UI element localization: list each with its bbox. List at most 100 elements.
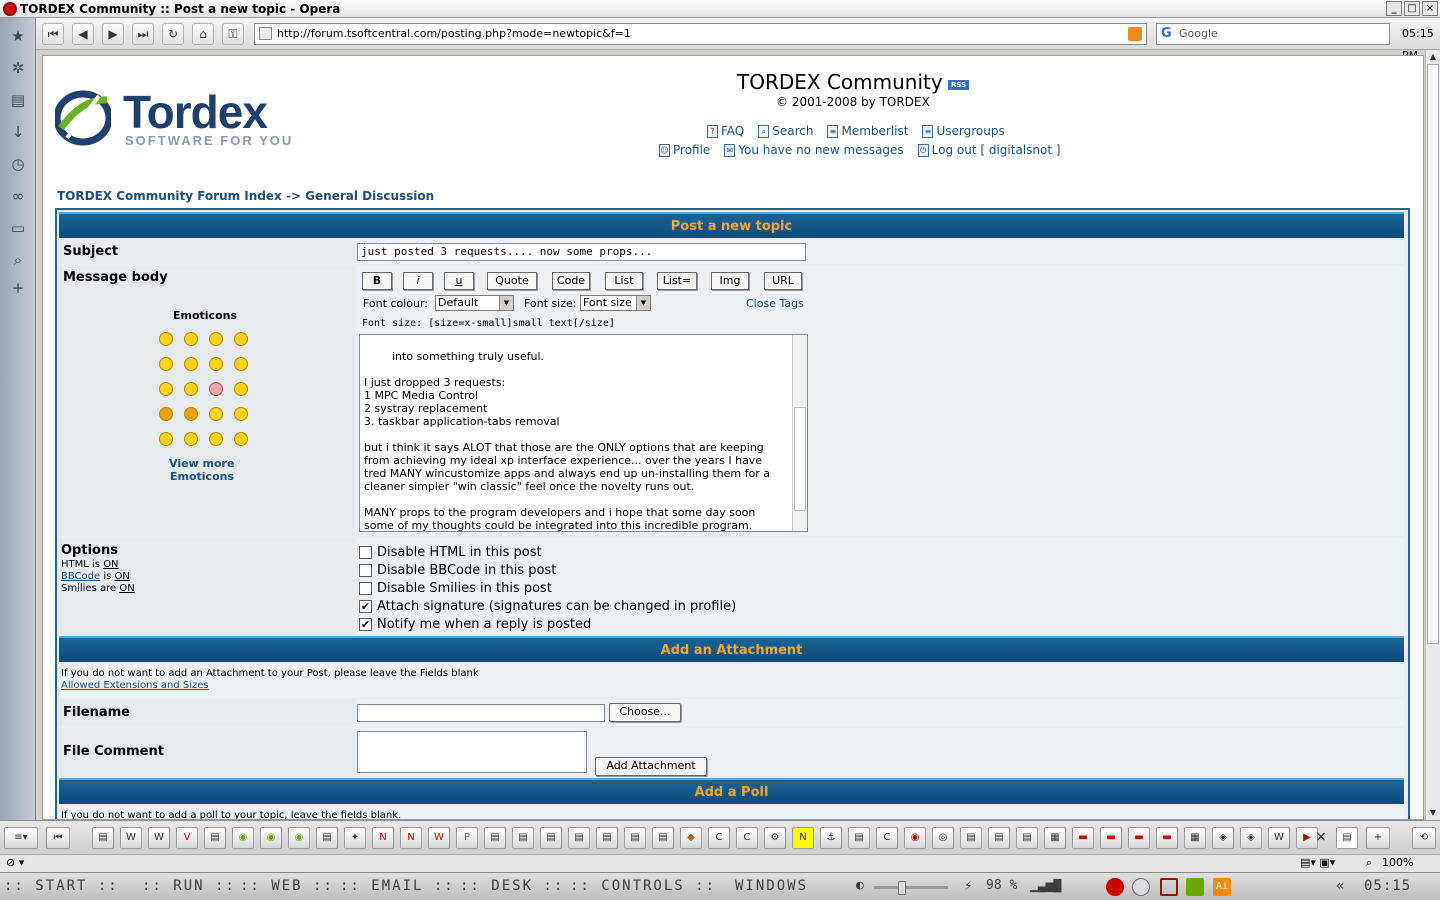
tab-41[interactable]: ◈ — [1212, 827, 1234, 849]
tab-15[interactable]: ▤ — [484, 827, 506, 849]
file-comment-textarea[interactable] — [357, 731, 587, 773]
tab-16[interactable]: ▤ — [512, 827, 534, 849]
nav-messages[interactable]: ✉ You have no new messages — [724, 143, 904, 157]
choose-file-button[interactable]: Choose... — [609, 703, 681, 722]
razz-emoticon-icon[interactable] — [184, 382, 198, 396]
cry-emoticon-icon[interactable] — [234, 382, 248, 396]
quote-button[interactable]: Quote — [487, 272, 537, 290]
search-icon[interactable]: ⌕ — [8, 250, 28, 270]
disable-smilies-checkbox[interactable]: Disable Smilies in this post — [359, 580, 552, 596]
forward-button[interactable]: ▶ — [102, 23, 124, 45]
tab-19[interactable]: ▤ — [596, 827, 618, 849]
zoom-level[interactable]: 100% — [1382, 855, 1413, 871]
tab-42[interactable]: ◈ — [1240, 827, 1262, 849]
reload-button[interactable]: ↻ — [162, 23, 184, 45]
view-more-link-2[interactable]: Emoticons — [170, 470, 234, 483]
desk-button[interactable]: :: DESK :: — [460, 878, 564, 894]
tab-37[interactable]: ▬ — [1100, 827, 1122, 849]
tab-43[interactable]: W — [1268, 827, 1290, 849]
tab-32[interactable]: ▤ — [960, 827, 982, 849]
surprised-emoticon-icon[interactable] — [234, 332, 248, 346]
checkbox-box[interactable] — [359, 581, 372, 595]
subject-input[interactable]: just posted 3 requests.... now some prop… — [357, 243, 806, 261]
volume-slider[interactable] — [874, 886, 948, 889]
message-scrollbar[interactable] — [792, 335, 807, 531]
opera-tray-icon[interactable] — [1106, 878, 1124, 896]
nav-faq[interactable]: ? FAQ — [707, 124, 744, 138]
tab-33[interactable]: ▤ — [988, 827, 1010, 849]
ai-tray-icon[interactable]: Ai — [1213, 878, 1231, 896]
attach-signature-checkbox[interactable]: ✔ Attach signature (signatures can be cha… — [359, 598, 736, 614]
evil-emoticon-icon[interactable] — [159, 407, 173, 421]
scroll-thumb[interactable] — [1427, 64, 1439, 644]
nav-search[interactable]: ⌕ Search — [758, 124, 813, 138]
tab-3[interactable]: W — [148, 827, 170, 849]
maximize-button[interactable]: □ — [1404, 1, 1420, 16]
links-icon[interactable]: ∞ — [8, 186, 28, 206]
checkbox-checked-icon[interactable]: ✔ — [359, 617, 372, 631]
tab-23[interactable]: C — [708, 827, 730, 849]
tab-2[interactable]: W — [120, 827, 142, 849]
tab-25[interactable]: ⚙ — [764, 827, 786, 849]
tab-35[interactable]: ▦ — [1044, 827, 1066, 849]
start-button[interactable]: :: START :: — [4, 878, 119, 894]
tab-34[interactable]: ▤ — [1016, 827, 1038, 849]
page-scrollbar[interactable]: ▲ ▼ — [1425, 50, 1440, 820]
bookmarks-icon[interactable]: ★ — [8, 26, 28, 46]
downloads-icon[interactable]: ↓ — [8, 122, 28, 142]
ordered-list-button[interactable]: List= — [657, 272, 697, 290]
wand-button[interactable]: ⚿ — [222, 23, 244, 45]
tab-38[interactable]: ▬ — [1128, 827, 1150, 849]
tab-active[interactable]: ▤ — [1336, 827, 1358, 849]
twisted-emoticon-icon[interactable] — [184, 407, 198, 421]
controls-button[interactable]: :: CONTROLS :: — [570, 878, 716, 894]
notes-icon[interactable]: ▤ — [8, 90, 28, 110]
laughing-emoticon-icon[interactable] — [234, 357, 248, 371]
font-size-select[interactable]: Font size ▼ — [580, 295, 651, 311]
shocked-emoticon-icon[interactable] — [159, 357, 173, 371]
nav-profile[interactable]: ☺ Profile — [659, 143, 710, 157]
scroll-thumb[interactable] — [794, 407, 806, 511]
tab-39[interactable]: ▬ — [1156, 827, 1178, 849]
arrow-emoticon-icon[interactable] — [234, 432, 248, 446]
closed-tabs-button[interactable]: ⏮ — [46, 827, 70, 849]
sync-tray-icon[interactable] — [1186, 878, 1204, 896]
tab-27[interactable]: ⚓ — [820, 827, 842, 849]
breadcrumb[interactable]: TORDEX Community Forum Index -> General … — [57, 189, 434, 203]
question-emoticon-icon[interactable] — [184, 432, 198, 446]
tordex-logo[interactable]: Tordex SOFTWARE FOR YOU — [55, 86, 305, 148]
add-panel-icon[interactable]: + — [8, 278, 28, 298]
tab-29[interactable]: C — [876, 827, 898, 849]
underline-button[interactable]: u — [444, 272, 474, 290]
font-colour-select[interactable]: Default ▼ — [435, 295, 514, 311]
close-tags-link[interactable]: Close Tags — [746, 297, 804, 310]
tab-20[interactable]: ▤ — [624, 827, 646, 849]
history-icon[interactable]: ◷ — [8, 154, 28, 174]
tab-14[interactable]: P — [456, 827, 478, 849]
view-options-icon[interactable]: ▤▾ ▣▾ — [1300, 855, 1335, 871]
tab-6[interactable]: ◉ — [232, 827, 254, 849]
tab-26[interactable]: N — [792, 827, 814, 849]
zoom-icon[interactable]: ⌕ — [1366, 855, 1372, 871]
mad-emoticon-icon[interactable] — [159, 382, 173, 396]
embarrassed-emoticon-icon[interactable] — [209, 382, 223, 396]
nav-logout[interactable]: ⏻ Log out [ digitalsnot ] — [917, 143, 1061, 157]
menu-button[interactable]: ≡▾ — [4, 827, 38, 849]
allowed-extensions-link[interactable]: Allowed Extensions and Sizes — [61, 680, 209, 691]
disable-html-checkbox[interactable]: Disable HTML in this post — [359, 544, 542, 560]
tab-21[interactable]: ▤ — [652, 827, 674, 849]
exclaim-emoticon-icon[interactable] — [159, 432, 173, 446]
volume-thumb[interactable] — [898, 881, 906, 895]
close-tab-icon[interactable]: × — [1312, 827, 1330, 849]
checkbox-checked-icon[interactable]: ✔ — [359, 599, 372, 613]
italic-button[interactable]: i — [403, 272, 433, 290]
idea-emoticon-icon[interactable] — [209, 432, 223, 446]
scroll-up-icon[interactable]: ▲ — [1427, 51, 1439, 63]
rss-feed-icon[interactable] — [1128, 27, 1142, 41]
notify-reply-checkbox[interactable]: ✔ Notify me when a reply is posted — [359, 616, 591, 632]
scroll-down-icon[interactable]: ▼ — [1427, 807, 1439, 819]
img-button[interactable]: Img — [711, 272, 749, 290]
checkbox-box[interactable] — [359, 545, 372, 559]
smile-emoticon-icon[interactable] — [159, 332, 173, 346]
bbcode-link[interactable]: BBCode — [61, 571, 100, 582]
